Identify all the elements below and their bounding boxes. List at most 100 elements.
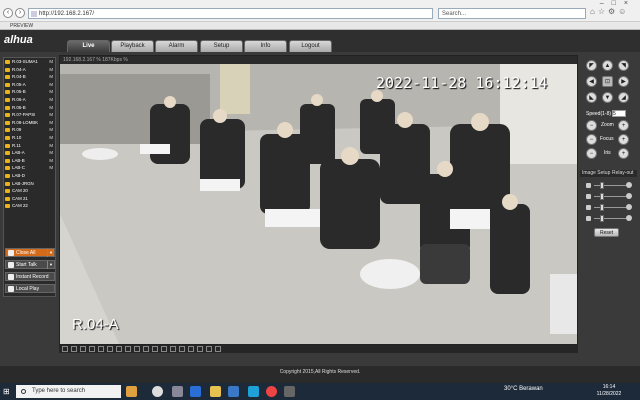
camera-list-item[interactable]: CAM 21 <box>4 195 55 203</box>
taskbar-search-input[interactable]: Type here to search <box>16 385 121 398</box>
ptz-center-icon[interactable]: ⊡ <box>602 76 613 87</box>
ptz-up-left-icon[interactable]: ◤ <box>586 60 597 71</box>
brightness-slider[interactable] <box>586 182 632 189</box>
fullscreen-icon[interactable] <box>98 346 104 352</box>
start-talk-button[interactable]: Start Talk ▼ <box>5 260 55 269</box>
camera-stream-flag[interactable]: M <box>49 58 53 66</box>
camera-list-item[interactable]: R.10 M <box>4 134 55 142</box>
layout-36-icon[interactable] <box>152 346 158 352</box>
close-all-button[interactable]: Close All ▼ <box>5 248 55 257</box>
camera-stream-flag[interactable]: M <box>49 149 53 157</box>
slider-plus-icon[interactable] <box>626 193 632 199</box>
slider-knob[interactable] <box>599 182 604 189</box>
browser-tab-preview[interactable]: PREVIEW <box>10 22 33 30</box>
windows-start-icon[interactable]: ⊞ <box>3 387 12 396</box>
forward-icon[interactable]: › <box>15 8 25 18</box>
camera-list-item[interactable]: R.08-LOMBK M <box>4 119 55 127</box>
camera-stream-flag[interactable]: M <box>49 96 53 104</box>
speed-select[interactable]: 5 <box>612 110 626 117</box>
tab-setup[interactable]: Setup <box>200 40 243 52</box>
camera-stream-flag[interactable]: M <box>49 66 53 74</box>
tab-logout[interactable]: Logout <box>289 40 332 52</box>
layout-25-icon[interactable] <box>143 346 149 352</box>
reset-button[interactable]: Reset <box>594 228 619 237</box>
hue-slider[interactable] <box>586 215 632 222</box>
taskbar-clock[interactable]: 16:14 11/28/2022 <box>594 384 624 398</box>
tab-info[interactable]: Info <box>244 40 287 52</box>
image-setup-tab[interactable]: Image Setup <box>582 170 610 177</box>
layout-8-icon[interactable] <box>116 346 122 352</box>
app-icon[interactable] <box>284 386 295 397</box>
camera-stream-flag[interactable]: M <box>49 81 53 89</box>
gift-icon[interactable] <box>126 386 137 397</box>
layout-6-icon[interactable] <box>107 346 113 352</box>
settings-icon[interactable] <box>206 346 212 352</box>
camera-stream-flag[interactable]: M <box>49 157 53 165</box>
stream-icon[interactable] <box>197 346 203 352</box>
address-bar[interactable]: http://192.168.2.167/ <box>28 8 433 19</box>
chevron-down-icon[interactable]: ▼ <box>47 261 54 269</box>
edge-icon[interactable] <box>190 386 201 397</box>
camera-stream-flag[interactable]: M <box>49 111 53 119</box>
ie-icon[interactable] <box>248 386 259 397</box>
camera-list-item[interactable]: R.09 M <box>4 126 55 134</box>
ptz-up-icon[interactable]: ▲ <box>602 60 613 71</box>
camera-list-item[interactable]: R.03-SUMA1 M <box>4 58 55 66</box>
slider-plus-icon[interactable] <box>626 204 632 210</box>
camera-list-item[interactable]: R.05-B M <box>4 88 55 96</box>
task-view-icon[interactable] <box>172 386 183 397</box>
camera-stream-flag[interactable]: M <box>49 134 53 142</box>
camera-stream-flag[interactable]: M <box>49 142 53 150</box>
camera-list-item[interactable]: R.11 M <box>4 142 55 150</box>
snapshot-icon[interactable] <box>161 346 167 352</box>
chevron-down-icon[interactable]: ▼ <box>47 249 54 257</box>
browser-toolbar-icons[interactable]: ⌂☆⚙☺ <box>590 7 629 16</box>
slider-knob[interactable] <box>599 193 604 200</box>
camera-stream-flag[interactable]: M <box>49 73 53 81</box>
close-icon[interactable] <box>215 346 221 352</box>
ptz-down-left-icon[interactable]: ◣ <box>586 92 597 103</box>
camera-list-item[interactable]: CAM 22 <box>4 202 55 210</box>
ptz-right-icon[interactable]: ▶ <box>618 76 629 87</box>
focus-in-icon[interactable]: + <box>618 134 629 145</box>
file-explorer-icon[interactable] <box>210 386 221 397</box>
camera-stream-flag[interactable]: M <box>49 88 53 96</box>
cortana-icon[interactable] <box>152 386 163 397</box>
camera-list-item[interactable]: R.06-A M <box>4 96 55 104</box>
slider-knob[interactable] <box>599 204 604 211</box>
camera-list-item[interactable]: R.04-A M <box>4 66 55 74</box>
camera-stream-flag[interactable]: M <box>49 119 53 127</box>
local-play-button[interactable]: Local Play <box>5 284 55 293</box>
window-controls[interactable]: –□× <box>600 0 636 7</box>
ptz-up-right-icon[interactable]: ◥ <box>618 60 629 71</box>
camera-stream-flag[interactable]: M <box>49 164 53 172</box>
ptz-left-icon[interactable]: ◀ <box>586 76 597 87</box>
camera-list-item[interactable]: LAB-B M <box>4 157 55 165</box>
camera-list-item[interactable]: R.07-PAPSI M <box>4 111 55 119</box>
instant-record-button[interactable]: Instant Record <box>5 272 55 281</box>
slider-plus-icon[interactable] <box>626 215 632 221</box>
tab-live[interactable]: Live <box>67 40 110 52</box>
slider-plus-icon[interactable] <box>626 182 632 188</box>
zoom-in-icon[interactable]: + <box>618 120 629 131</box>
camera-list-item[interactable]: CAM 20 <box>4 187 55 195</box>
weather-widget[interactable]: 30°C Berawan <box>504 386 543 392</box>
live-video-view[interactable]: 192.168.2.167 % 187Kbps % 2022-11-28 16:… <box>59 55 578 345</box>
layout-1-icon[interactable] <box>62 346 68 352</box>
chrome-icon[interactable] <box>266 386 277 397</box>
audio-icon[interactable] <box>179 346 185 352</box>
zoom-out-icon[interactable]: − <box>586 120 597 131</box>
record-icon[interactable] <box>170 346 176 352</box>
layout-20-icon[interactable] <box>134 346 140 352</box>
slider-knob[interactable] <box>599 215 604 222</box>
browser-search-input[interactable]: Search... <box>438 8 586 19</box>
zoom-icon[interactable] <box>188 346 194 352</box>
ptz-down-icon[interactable]: ▼ <box>602 92 613 103</box>
camera-list-item[interactable]: LAB-JRGN <box>4 180 55 188</box>
camera-list-item[interactable]: R.05-A M <box>4 81 55 89</box>
focus-out-icon[interactable]: − <box>586 134 597 145</box>
saturation-slider[interactable] <box>586 204 632 211</box>
iris-open-icon[interactable]: + <box>618 148 629 159</box>
camera-list-item[interactable]: R.04-B M <box>4 73 55 81</box>
camera-stream-flag[interactable]: M <box>49 104 53 112</box>
